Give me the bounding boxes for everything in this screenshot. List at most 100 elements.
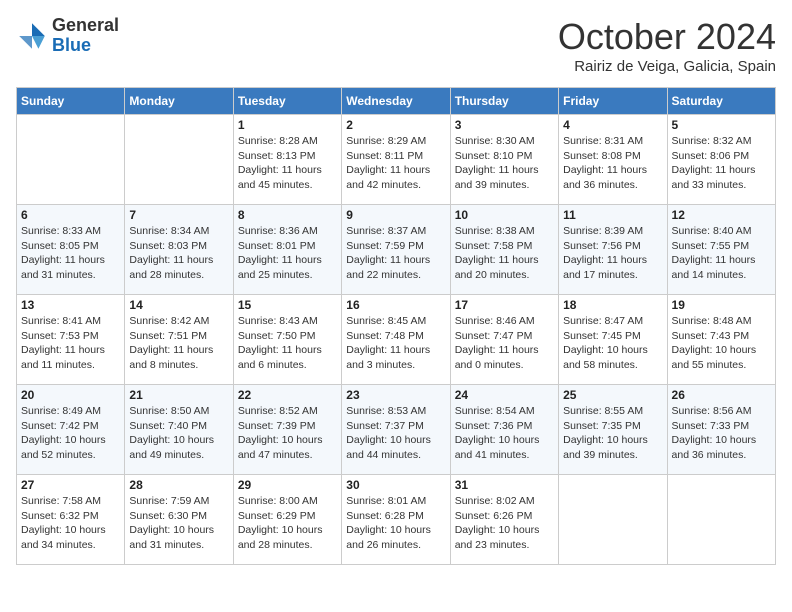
calendar-cell: 28Sunrise: 7:59 AM Sunset: 6:30 PM Dayli… bbox=[125, 475, 233, 565]
calendar-cell: 12 Sunrise: 8:40 AM Sunset: 7:55 PM Dayli… bbox=[667, 205, 775, 295]
calendar-cell: 1 Sunrise: 8:28 AM Sunset: 8:13 PM Daylig… bbox=[233, 115, 341, 205]
calendar-week-row: 27 Sunrise: 7:58 AM Sunset: 6:32 PM Dayli… bbox=[17, 475, 776, 565]
calendar-cell: 16Sunrise: 8:45 AM Sunset: 7:48 PM Dayli… bbox=[342, 295, 450, 385]
calendar-cell: 26Sunrise: 8:56 AM Sunset: 7:33 PM Dayli… bbox=[667, 385, 775, 475]
day-info: Sunrise: 8:31 AM Sunset: 8:08 PM Dayligh… bbox=[563, 134, 662, 193]
day-number: 30 bbox=[346, 478, 445, 492]
calendar-cell bbox=[667, 475, 775, 565]
day-info: Sunrise: 8:48 AM Sunset: 7:43 PM Dayligh… bbox=[672, 314, 771, 373]
day-number: 29 bbox=[238, 478, 337, 492]
day-number: 7 bbox=[129, 208, 228, 222]
weekday-header: Thursday bbox=[450, 88, 558, 115]
day-info: Sunrise: 7:58 AM Sunset: 6:32 PM Dayligh… bbox=[21, 494, 120, 553]
day-info: Sunrise: 8:40 AM Sunset: 7:55 PM Dayligh… bbox=[672, 224, 771, 283]
day-info: Sunrise: 8:54 AM Sunset: 7:36 PM Dayligh… bbox=[455, 404, 554, 463]
day-info: Sunrise: 8:29 AM Sunset: 8:11 PM Dayligh… bbox=[346, 134, 445, 193]
day-number: 15 bbox=[238, 298, 337, 312]
calendar-cell: 15 Sunrise: 8:43 AM Sunset: 7:50 PM Dayli… bbox=[233, 295, 341, 385]
day-info: Sunrise: 8:30 AM Sunset: 8:10 PM Dayligh… bbox=[455, 134, 554, 193]
day-info: Sunrise: 8:47 AM Sunset: 7:45 PM Dayligh… bbox=[563, 314, 662, 373]
day-number: 27 bbox=[21, 478, 120, 492]
day-info: Sunrise: 8:28 AM Sunset: 8:13 PM Dayligh… bbox=[238, 134, 337, 193]
day-number: 9 bbox=[346, 208, 445, 222]
calendar-cell bbox=[125, 115, 233, 205]
day-number: 19 bbox=[672, 298, 771, 312]
logo-text: General Blue bbox=[52, 16, 119, 56]
day-number: 3 bbox=[455, 118, 554, 132]
calendar-cell: 25Sunrise: 8:55 AM Sunset: 7:35 PM Dayli… bbox=[559, 385, 667, 475]
weekday-header: Friday bbox=[559, 88, 667, 115]
page-header: General Blue October 2024 Rairiz de Veig… bbox=[16, 16, 776, 75]
calendar-cell: 19 Sunrise: 8:48 AM Sunset: 7:43 PM Dayli… bbox=[667, 295, 775, 385]
logo: General Blue bbox=[16, 16, 119, 56]
weekday-header: Monday bbox=[125, 88, 233, 115]
calendar-cell: 3 Sunrise: 8:30 AM Sunset: 8:10 PM Daylig… bbox=[450, 115, 558, 205]
location-subtitle: Rairiz de Veiga, Galicia, Spain bbox=[558, 58, 776, 75]
day-number: 21 bbox=[129, 388, 228, 402]
day-number: 24 bbox=[455, 388, 554, 402]
day-info: Sunrise: 8:33 AM Sunset: 8:05 PM Dayligh… bbox=[21, 224, 120, 283]
day-info: Sunrise: 8:01 AM Sunset: 6:28 PM Dayligh… bbox=[346, 494, 445, 553]
day-number: 6 bbox=[21, 208, 120, 222]
day-number: 18 bbox=[563, 298, 662, 312]
calendar-cell: 23Sunrise: 8:53 AM Sunset: 7:37 PM Dayli… bbox=[342, 385, 450, 475]
day-info: Sunrise: 8:37 AM Sunset: 7:59 PM Dayligh… bbox=[346, 224, 445, 283]
day-info: Sunrise: 8:36 AM Sunset: 8:01 PM Dayligh… bbox=[238, 224, 337, 283]
weekday-header: Saturday bbox=[667, 88, 775, 115]
day-number: 5 bbox=[672, 118, 771, 132]
calendar-cell: 18 Sunrise: 8:47 AM Sunset: 7:45 PM Dayli… bbox=[559, 295, 667, 385]
day-info: Sunrise: 8:00 AM Sunset: 6:29 PM Dayligh… bbox=[238, 494, 337, 553]
day-number: 20 bbox=[21, 388, 120, 402]
weekday-header: Wednesday bbox=[342, 88, 450, 115]
day-info: Sunrise: 8:52 AM Sunset: 7:39 PM Dayligh… bbox=[238, 404, 337, 463]
weekday-header-row: SundayMondayTuesdayWednesdayThursdayFrid… bbox=[17, 88, 776, 115]
calendar-cell: 6 Sunrise: 8:33 AM Sunset: 8:05 PM Daylig… bbox=[17, 205, 125, 295]
logo-icon bbox=[16, 20, 48, 52]
day-info: Sunrise: 8:46 AM Sunset: 7:47 PM Dayligh… bbox=[455, 314, 554, 373]
calendar-cell: 4Sunrise: 8:31 AM Sunset: 8:08 PM Daylig… bbox=[559, 115, 667, 205]
calendar-cell: 31 Sunrise: 8:02 AM Sunset: 6:26 PM Dayli… bbox=[450, 475, 558, 565]
weekday-header: Tuesday bbox=[233, 88, 341, 115]
calendar-week-row: 1 Sunrise: 8:28 AM Sunset: 8:13 PM Daylig… bbox=[17, 115, 776, 205]
calendar-cell: 7 Sunrise: 8:34 AM Sunset: 8:03 PM Daylig… bbox=[125, 205, 233, 295]
calendar-cell: 24 Sunrise: 8:54 AM Sunset: 7:36 PM Dayli… bbox=[450, 385, 558, 475]
day-number: 11 bbox=[563, 208, 662, 222]
day-number: 2 bbox=[346, 118, 445, 132]
day-info: Sunrise: 8:49 AM Sunset: 7:42 PM Dayligh… bbox=[21, 404, 120, 463]
calendar-cell: 14 Sunrise: 8:42 AM Sunset: 7:51 PM Dayli… bbox=[125, 295, 233, 385]
calendar-cell: 27 Sunrise: 7:58 AM Sunset: 6:32 PM Dayli… bbox=[17, 475, 125, 565]
calendar-cell: 9 Sunrise: 8:37 AM Sunset: 7:59 PM Daylig… bbox=[342, 205, 450, 295]
day-info: Sunrise: 8:42 AM Sunset: 7:51 PM Dayligh… bbox=[129, 314, 228, 373]
day-number: 17 bbox=[455, 298, 554, 312]
month-title: October 2024 bbox=[558, 16, 776, 58]
calendar-cell: 13Sunrise: 8:41 AM Sunset: 7:53 PM Dayli… bbox=[17, 295, 125, 385]
weekday-header: Sunday bbox=[17, 88, 125, 115]
calendar-cell: 8 Sunrise: 8:36 AM Sunset: 8:01 PM Daylig… bbox=[233, 205, 341, 295]
day-info: Sunrise: 8:32 AM Sunset: 8:06 PM Dayligh… bbox=[672, 134, 771, 193]
day-number: 1 bbox=[238, 118, 337, 132]
calendar-cell: 10Sunrise: 8:38 AM Sunset: 7:58 PM Dayli… bbox=[450, 205, 558, 295]
day-number: 23 bbox=[346, 388, 445, 402]
day-info: Sunrise: 8:02 AM Sunset: 6:26 PM Dayligh… bbox=[455, 494, 554, 553]
day-number: 13 bbox=[21, 298, 120, 312]
day-number: 14 bbox=[129, 298, 228, 312]
calendar-cell: 30 Sunrise: 8:01 AM Sunset: 6:28 PM Dayli… bbox=[342, 475, 450, 565]
day-info: Sunrise: 8:34 AM Sunset: 8:03 PM Dayligh… bbox=[129, 224, 228, 283]
calendar-cell: 2 Sunrise: 8:29 AM Sunset: 8:11 PM Daylig… bbox=[342, 115, 450, 205]
calendar-cell: 21 Sunrise: 8:50 AM Sunset: 7:40 PM Dayli… bbox=[125, 385, 233, 475]
day-info: Sunrise: 8:39 AM Sunset: 7:56 PM Dayligh… bbox=[563, 224, 662, 283]
day-number: 25 bbox=[563, 388, 662, 402]
day-number: 31 bbox=[455, 478, 554, 492]
calendar-week-row: 13Sunrise: 8:41 AM Sunset: 7:53 PM Dayli… bbox=[17, 295, 776, 385]
calendar-cell: 11 Sunrise: 8:39 AM Sunset: 7:56 PM Dayli… bbox=[559, 205, 667, 295]
day-info: Sunrise: 8:43 AM Sunset: 7:50 PM Dayligh… bbox=[238, 314, 337, 373]
day-info: Sunrise: 8:45 AM Sunset: 7:48 PM Dayligh… bbox=[346, 314, 445, 373]
day-number: 28 bbox=[129, 478, 228, 492]
day-number: 22 bbox=[238, 388, 337, 402]
day-number: 12 bbox=[672, 208, 771, 222]
calendar-cell: 29 Sunrise: 8:00 AM Sunset: 6:29 PM Dayli… bbox=[233, 475, 341, 565]
calendar-week-row: 20 Sunrise: 8:49 AM Sunset: 7:42 PM Dayli… bbox=[17, 385, 776, 475]
day-number: 8 bbox=[238, 208, 337, 222]
day-info: Sunrise: 8:50 AM Sunset: 7:40 PM Dayligh… bbox=[129, 404, 228, 463]
day-info: Sunrise: 8:56 AM Sunset: 7:33 PM Dayligh… bbox=[672, 404, 771, 463]
